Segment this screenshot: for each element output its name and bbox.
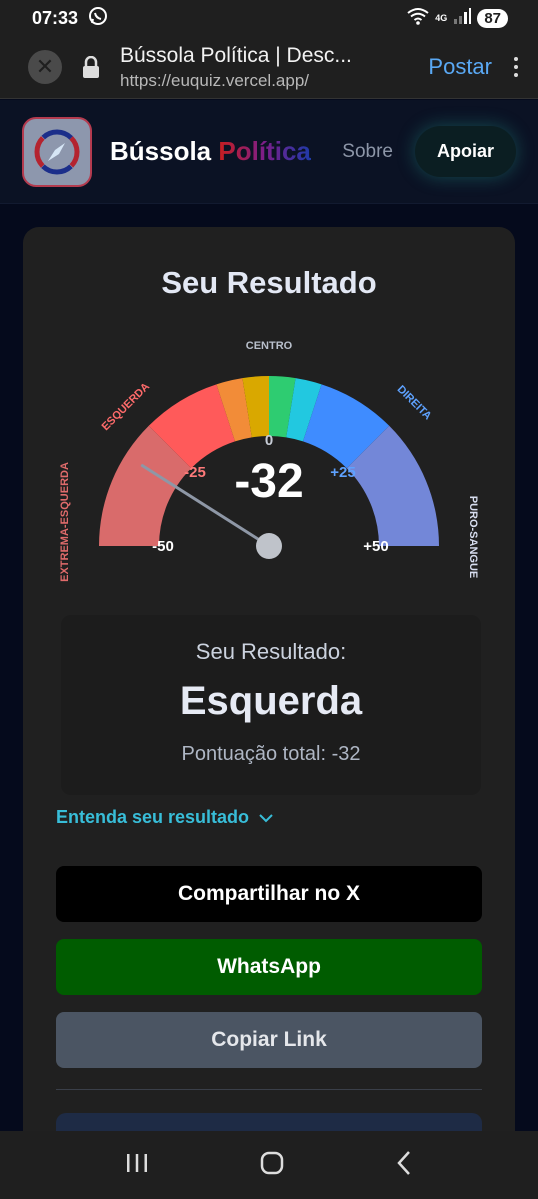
post-button[interactable]: Postar	[428, 54, 492, 80]
more-vert-icon[interactable]	[514, 57, 518, 77]
lock-icon[interactable]	[80, 56, 102, 78]
status-bar: 07:33 4G 87	[0, 0, 538, 36]
result-summary-box: Seu Resultado: Esquerda Pontuação total:…	[61, 615, 481, 795]
page-title: Bússola Política | Desc...	[120, 43, 352, 67]
gauge-tick-plus-25: +25	[330, 464, 355, 481]
gauge-tick-minus-25: -25	[184, 464, 206, 481]
share-x-button[interactable]: Compartilhar no X	[56, 866, 482, 922]
recents-icon[interactable]	[125, 1152, 149, 1179]
result-label: Seu Resultado:	[195, 639, 347, 664]
close-icon[interactable]: ✕	[28, 50, 62, 84]
whatsapp-icon	[88, 6, 108, 31]
support-button[interactable]: Apoiar	[414, 126, 516, 177]
brand-word-2: Política	[218, 136, 311, 166]
nav-about-link[interactable]: Sobre	[342, 141, 393, 163]
page-url: https://euquiz.vercel.app/	[120, 70, 310, 90]
address-bar[interactable]: Bússola Política | Desc... https://euqui…	[120, 44, 414, 91]
gauge-label-puro-sangue: PURO-SANGUE	[467, 496, 479, 579]
gauge-label-extrema-esquerda: EXTREMA-ESQUERDA	[59, 462, 71, 582]
political-gauge: CENTRO ESQUERDA DIREITA EXTREMA-ESQUERDA…	[59, 340, 479, 582]
chevron-down-icon	[259, 807, 273, 828]
gauge-label-direita: DIREITA	[395, 383, 434, 422]
home-icon[interactable]	[259, 1150, 285, 1181]
share-whatsapp-button[interactable]: WhatsApp	[56, 939, 482, 995]
divider	[56, 1089, 482, 1090]
gauge-label-centro: CENTRO	[246, 340, 293, 352]
gauge-tick-minus-50: -50	[152, 538, 174, 555]
understand-result-label: Entenda seu resultado	[56, 807, 250, 827]
browser-bar: ✕ Bússola Política | Desc... https://euq…	[0, 36, 538, 99]
gauge-label-esquerda: ESQUERDA	[100, 381, 153, 434]
result-card: Seu Resultado CENTRO ESQUERDA DIREITA EX…	[23, 227, 515, 1173]
brand-word-1: Bússola	[110, 136, 212, 166]
total-score: Pontuação total: -32	[181, 743, 361, 765]
compass-icon[interactable]	[22, 116, 92, 187]
signal-icon	[453, 7, 472, 29]
network-type: 4G	[435, 13, 448, 23]
gauge-score: -32	[234, 455, 303, 508]
copy-link-button[interactable]: Copiar Link	[56, 1012, 482, 1068]
site-header: Bússola Política Sobre Apoiar	[0, 100, 538, 204]
back-icon[interactable]	[395, 1150, 413, 1181]
battery-icon: 87	[477, 8, 508, 28]
understand-result-toggle[interactable]: Entenda seu resultado	[56, 807, 273, 828]
gauge-tick-plus-50: +50	[363, 538, 388, 555]
wifi-icon	[407, 7, 429, 30]
system-nav-bar	[0, 1131, 538, 1199]
status-time: 07:33	[32, 7, 79, 28]
brand-logo-text[interactable]: Bússola Política	[110, 136, 311, 167]
result-value: Esquerda	[179, 679, 363, 723]
gauge-tick-zero: 0	[265, 432, 273, 449]
gauge-needle-pivot	[256, 533, 282, 559]
card-title: Seu Resultado	[161, 265, 377, 300]
battery-level: 87	[484, 9, 501, 27]
